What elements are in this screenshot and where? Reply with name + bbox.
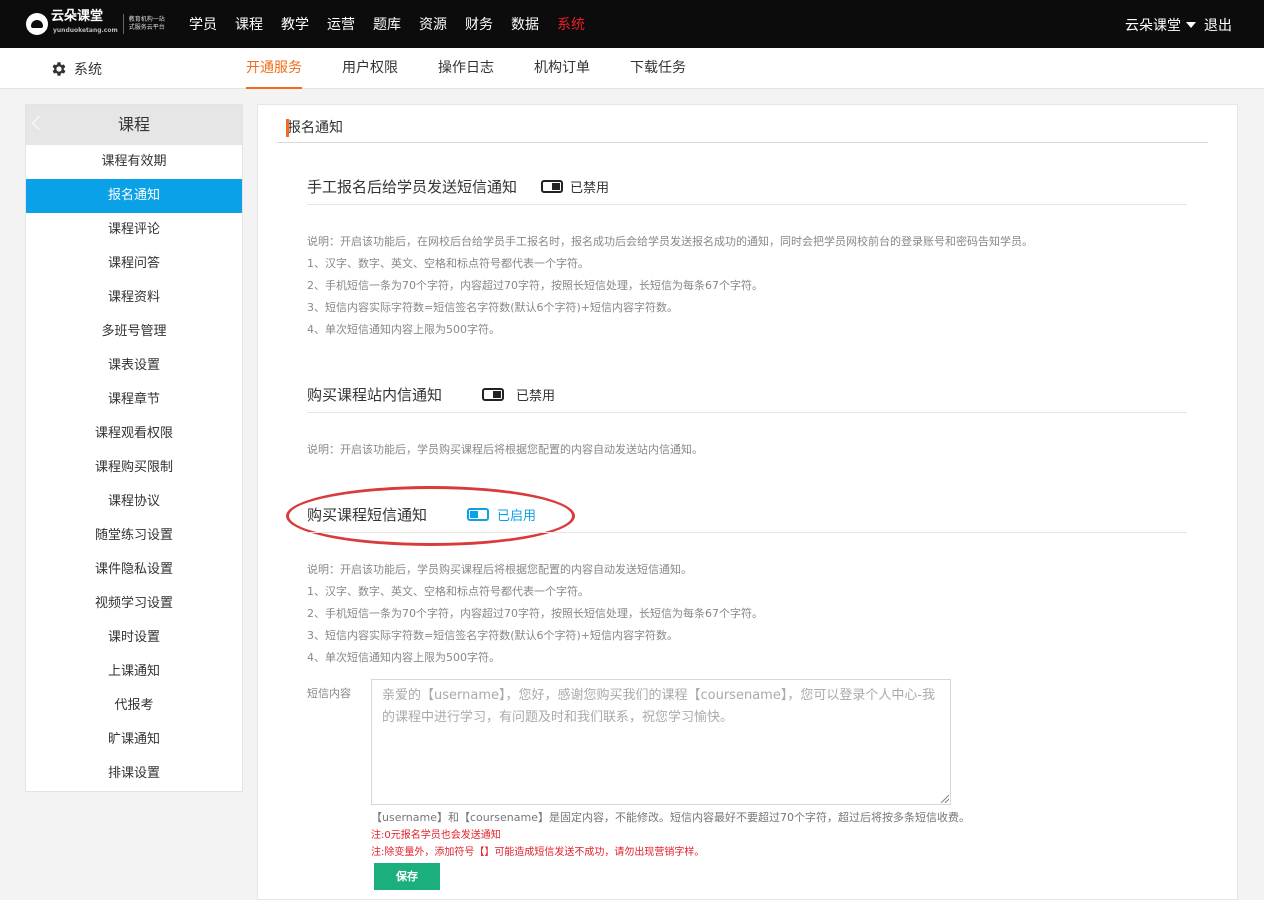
tab-open-services[interactable]: 开通服务: [226, 48, 322, 89]
sms-content-text: 亲爱的【username】，您好，感谢您购买我们的课程【coursename】，…: [382, 688, 936, 725]
desc-line: 2、手机短信一条为70个字符，内容超过70字符，按照长短信处理，长短信为每条67…: [307, 279, 763, 292]
sidebar-item-course-validity[interactable]: 课程有效期: [26, 145, 242, 179]
section-title: 购买课程站内信通知: [307, 386, 443, 404]
user-menu: 云朵课堂 退出: [1125, 15, 1232, 35]
sms-warning: 注:除变量外，添加符号【】可能造成短信发送不成功，请勿出现营销字样。: [371, 847, 705, 858]
tab-org-orders[interactable]: 机构订单: [514, 48, 610, 89]
desc-line: 说明：开启该功能后，在网校后台给学员手工报名时，报名成功后会给学员发送报名成功的…: [307, 235, 1033, 248]
resize-handle-icon[interactable]: [941, 795, 949, 803]
brand-logo[interactable]: 云朵课堂 yunduoketang.com 教育机构一站式服务云平台: [26, 9, 169, 39]
main-nav: 学员 课程 教学 运营 题库 资源 财务 数据 系统: [180, 0, 594, 48]
nav-item-data[interactable]: 数据: [502, 14, 548, 34]
desc-line: 1、汉字、数字、英文、空格和标点符号都代表一个字符。: [307, 257, 589, 270]
sidebar-item-purchase-limits[interactable]: 课程购买限制: [26, 451, 242, 485]
nav-item-teaching[interactable]: 教学: [272, 14, 318, 34]
sidebar-item-proxy-exam[interactable]: 代报考: [26, 689, 242, 723]
top-navbar: 云朵课堂 yunduoketang.com 教育机构一站式服务云平台 学员 课程…: [0, 0, 1264, 48]
section-label: 系统: [50, 59, 102, 79]
sidebar-item-class-scheduling[interactable]: 排课设置: [26, 757, 242, 791]
toggle-status: 已禁用: [570, 181, 610, 196]
section-title: 系统: [74, 62, 102, 78]
tab-user-permissions[interactable]: 用户权限: [322, 48, 418, 89]
gear-icon: [52, 62, 66, 76]
brand-name: 云朵课堂: [51, 9, 104, 24]
sidebar-item-practice-settings[interactable]: 随堂练习设置: [26, 519, 242, 553]
section-title: 购买课程短信通知: [307, 506, 428, 524]
tab-operation-log[interactable]: 操作日志: [418, 48, 514, 89]
save-button[interactable]: 保存: [374, 863, 440, 890]
nav-item-students[interactable]: 学员: [180, 14, 226, 34]
desc-line: 1、汉字、数字、英文、空格和标点符号都代表一个字符。: [307, 585, 589, 598]
section-description: 说明：开启该功能后，学员购买课程后将根据您配置的内容自动发送站内信通知。: [307, 439, 703, 461]
sub-tabs: 开通服务 用户权限 操作日志 机构订单 下载任务: [226, 48, 706, 89]
desc-line: 3、短信内容实际字符数=短信签名字符数(默认6个字符)+短信内容字符数。: [307, 629, 679, 642]
desc-line: 2、手机短信一条为70个字符，内容超过70字符，按照长短信处理，长短信为每条67…: [307, 607, 763, 620]
section-purchase-message: 购买课程站内信通知 已禁用: [307, 377, 1187, 413]
toggle-switch[interactable]: [467, 508, 490, 521]
sub-navbar: 系统 开通服务 用户权限 操作日志 机构订单 下载任务: [0, 48, 1264, 89]
sidebar-item-course-qa[interactable]: 课程问答: [26, 247, 242, 281]
sidebar-item-absence-notice[interactable]: 旷课通知: [26, 723, 242, 757]
desc-line: 说明：开启该功能后，学员购买课程后将根据您配置的内容自动发送短信通知。: [307, 563, 692, 576]
nav-item-resources[interactable]: 资源: [410, 14, 456, 34]
nav-item-question-bank[interactable]: 题库: [364, 14, 410, 34]
chevron-left-icon[interactable]: [31, 115, 47, 131]
cloud-logo-icon: [26, 13, 48, 35]
nav-item-courses[interactable]: 课程: [226, 14, 272, 34]
sms-content-label: 短信内容: [307, 687, 351, 700]
sms-note: 【username】和【coursename】是固定内容，不能修改。短信内容最好…: [371, 811, 970, 824]
desc-line: 说明：开启该功能后，学员购买课程后将根据您配置的内容自动发送站内信通知。: [307, 443, 703, 456]
user-name[interactable]: 云朵课堂: [1125, 15, 1181, 35]
tab-download-tasks[interactable]: 下载任务: [610, 48, 706, 89]
sidebar-item-course-agreement[interactable]: 课程协议: [26, 485, 242, 519]
sidebar-item-enrollment-notice[interactable]: 报名通知: [26, 179, 242, 213]
logout-link[interactable]: 退出: [1204, 15, 1232, 35]
section-title: 手工报名后给学员发送短信通知: [307, 178, 518, 196]
desc-line: 3、短信内容实际字符数=短信签名字符数(默认6个字符)+短信内容字符数。: [307, 301, 679, 314]
nav-item-system[interactable]: 系统: [548, 14, 594, 34]
caret-down-icon[interactable]: [1186, 22, 1196, 28]
sms-content-textarea[interactable]: 亲爱的【username】，您好，感谢您购买我们的课程【coursename】，…: [371, 679, 951, 805]
logo-divider: [122, 14, 124, 34]
sms-warning: 注:0元报名学员也会发送通知: [371, 830, 501, 841]
section-description: 说明：开启该功能后，在网校后台给学员手工报名时，报名成功后会给学员发送报名成功的…: [307, 231, 1033, 341]
sidebar-item-lesson-settings[interactable]: 课时设置: [26, 621, 242, 655]
brand-slogan: 教育机构一站式服务云平台: [128, 16, 165, 31]
main-panel: 报名通知 手工报名后给学员发送短信通知 已禁用 说明：开启该功能后，在网校后台给…: [257, 104, 1238, 900]
sidebar-item-class-notice[interactable]: 上课通知: [26, 655, 242, 689]
sidebar-item-schedule-settings[interactable]: 课表设置: [26, 349, 242, 383]
desc-line: 4、单次短信通知内容上限为500字符。: [307, 323, 500, 336]
section-manual-enroll-sms: 手工报名后给学员发送短信通知 已禁用: [307, 169, 1187, 205]
sidebar-title: 课程: [117, 115, 150, 134]
toggle-status: 已启用: [497, 509, 537, 524]
sidebar-item-view-permissions[interactable]: 课程观看权限: [26, 417, 242, 451]
sidebar-item-class-numbers[interactable]: 多班号管理: [26, 315, 242, 349]
sidebar-item-video-settings[interactable]: 视频学习设置: [26, 587, 242, 621]
toggle-switch[interactable]: [541, 180, 564, 193]
toggle-switch[interactable]: [482, 388, 505, 401]
brand-domain: yunduoketang.com: [53, 27, 118, 34]
sidebar-item-courseware-privacy[interactable]: 课件隐私设置: [26, 553, 242, 587]
section-purchase-sms: 购买课程短信通知 已启用: [307, 497, 1187, 533]
sidebar-item-course-chapters[interactable]: 课程章节: [26, 383, 242, 417]
sidebar-item-course-materials[interactable]: 课程资料: [26, 281, 242, 315]
panel-title: 报名通知: [277, 115, 1208, 143]
sidebar: 课程 课程有效期 报名通知 课程评论 课程问答 课程资料 多班号管理 课表设置 …: [25, 104, 243, 792]
toggle-status: 已禁用: [516, 389, 556, 404]
sidebar-header: 课程: [26, 105, 242, 145]
section-description: 说明：开启该功能后，学员购买课程后将根据您配置的内容自动发送短信通知。 1、汉字…: [307, 559, 763, 669]
sidebar-item-course-comments[interactable]: 课程评论: [26, 213, 242, 247]
nav-item-operations[interactable]: 运营: [318, 14, 364, 34]
desc-line: 4、单次短信通知内容上限为500字符。: [307, 651, 500, 664]
nav-item-finance[interactable]: 财务: [456, 14, 502, 34]
